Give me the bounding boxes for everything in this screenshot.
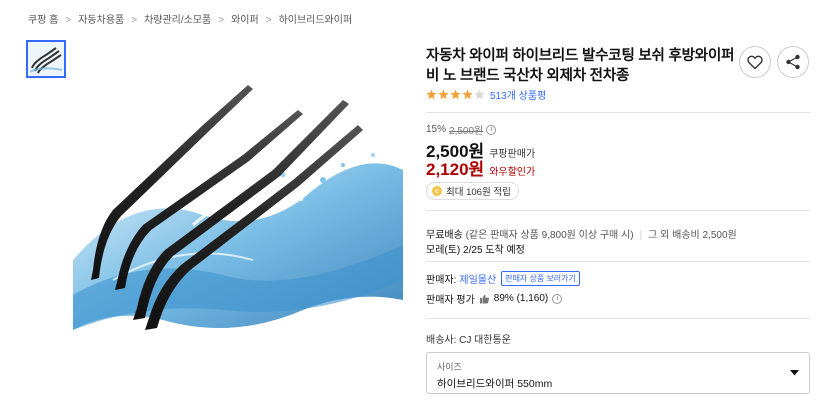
breadcrumb-item[interactable]: 와이퍼 [231, 15, 259, 26]
shipping-condition: (같은 판매자 상품 9,800원 이상 구매 시) [465, 230, 634, 241]
product-main-image [73, 40, 403, 366]
breadcrumb-separator: > [265, 15, 272, 26]
other-shipping-fee: 그 외 배송비 2,500원 [648, 230, 737, 241]
seller-rating: 판매자 평가 89% (1,160) i [426, 291, 563, 306]
seller-info: 판매자: 제일몰산 판매자 상품 보러가기 [426, 271, 580, 286]
discount-row: 15% 2,500원 i [426, 122, 497, 137]
rating-stars [426, 89, 485, 100]
share-icon [786, 54, 800, 70]
favorite-button[interactable] [739, 46, 771, 78]
shipping-info: 무료배송 (같은 판매자 상품 9,800원 이상 구매 시) | 그 외 배송비 … [426, 226, 737, 241]
seller-rating-value: 89% (1,160) [493, 293, 549, 304]
cash-reward-badge: c 최대 106원 적립 [426, 182, 519, 200]
original-price: 2,500원 [449, 126, 484, 137]
wow-price-label: 와우할인가 [489, 167, 536, 178]
breadcrumb-separator: > [65, 15, 72, 26]
breadcrumb: 쿠팡 홈 > 자동차용품 > 차량관리/소모품 > 와이퍼 > 하이브리드와이퍼 [28, 11, 352, 26]
product-title: 자동차 와이퍼 하이브리드 발수코팅 보쉬 후방와이퍼 비 노 브랜드 국산차 … [426, 48, 735, 84]
heart-icon [747, 55, 763, 69]
thumbs-up-icon [479, 294, 489, 303]
cash-reward-text: 최대 106원 적립 [446, 187, 511, 198]
product-thumbnail[interactable] [26, 40, 66, 78]
wiper-thumbnail-image [28, 42, 64, 76]
coin-icon: c [432, 186, 442, 196]
divider [426, 112, 810, 113]
wow-price: 2,120원 [426, 160, 485, 179]
breadcrumb-item[interactable]: 하이브리드와이퍼 [279, 15, 353, 26]
option-value: 하이브리드와이퍼 550mm [437, 378, 553, 390]
review-count-link[interactable]: 513개 상품평 [490, 87, 546, 102]
free-shipping-label: 무료배송 [426, 230, 463, 241]
star-filled-icon [462, 89, 473, 100]
delivery-carrier: 배송사: CJ 대한통운 [426, 335, 511, 346]
product-rating[interactable]: 513개 상품평 [426, 87, 546, 102]
breadcrumb-separator: > [218, 15, 225, 26]
seller-rating-label: 판매자 평가 [426, 295, 475, 306]
seller-products-button[interactable]: 판매자 상품 보러가기 [501, 271, 580, 286]
star-empty-icon [474, 89, 485, 100]
divider [426, 210, 810, 211]
arrival-estimate: 모레(토) 2/25 도착 예정 [426, 245, 525, 256]
star-filled-icon [450, 89, 461, 100]
info-icon[interactable]: i [486, 124, 497, 135]
chevron-down-icon [790, 370, 799, 376]
size-option-select[interactable]: 사이즈 하이브리드와이퍼 550mm [426, 352, 810, 394]
breadcrumb-item[interactable]: 쿠팡 홈 [28, 15, 58, 26]
breadcrumb-separator: > [131, 15, 138, 26]
wow-price-row: 2,120원 와우할인가 [426, 155, 535, 180]
breadcrumb-item[interactable]: 차량관리/소모품 [144, 15, 211, 26]
divider [426, 318, 810, 319]
seller-label: 판매자: [426, 275, 457, 286]
star-filled-icon [426, 89, 437, 100]
option-label: 사이즈 [437, 362, 462, 372]
discount-percent: 15% [426, 124, 447, 135]
star-filled-icon [438, 89, 449, 100]
seller-name-link[interactable]: 제일몰산 [459, 271, 496, 286]
separator: | [639, 230, 643, 241]
share-button[interactable] [777, 46, 809, 78]
info-icon[interactable]: i [552, 293, 563, 304]
breadcrumb-item[interactable]: 자동차용품 [78, 15, 124, 26]
divider [426, 261, 810, 262]
